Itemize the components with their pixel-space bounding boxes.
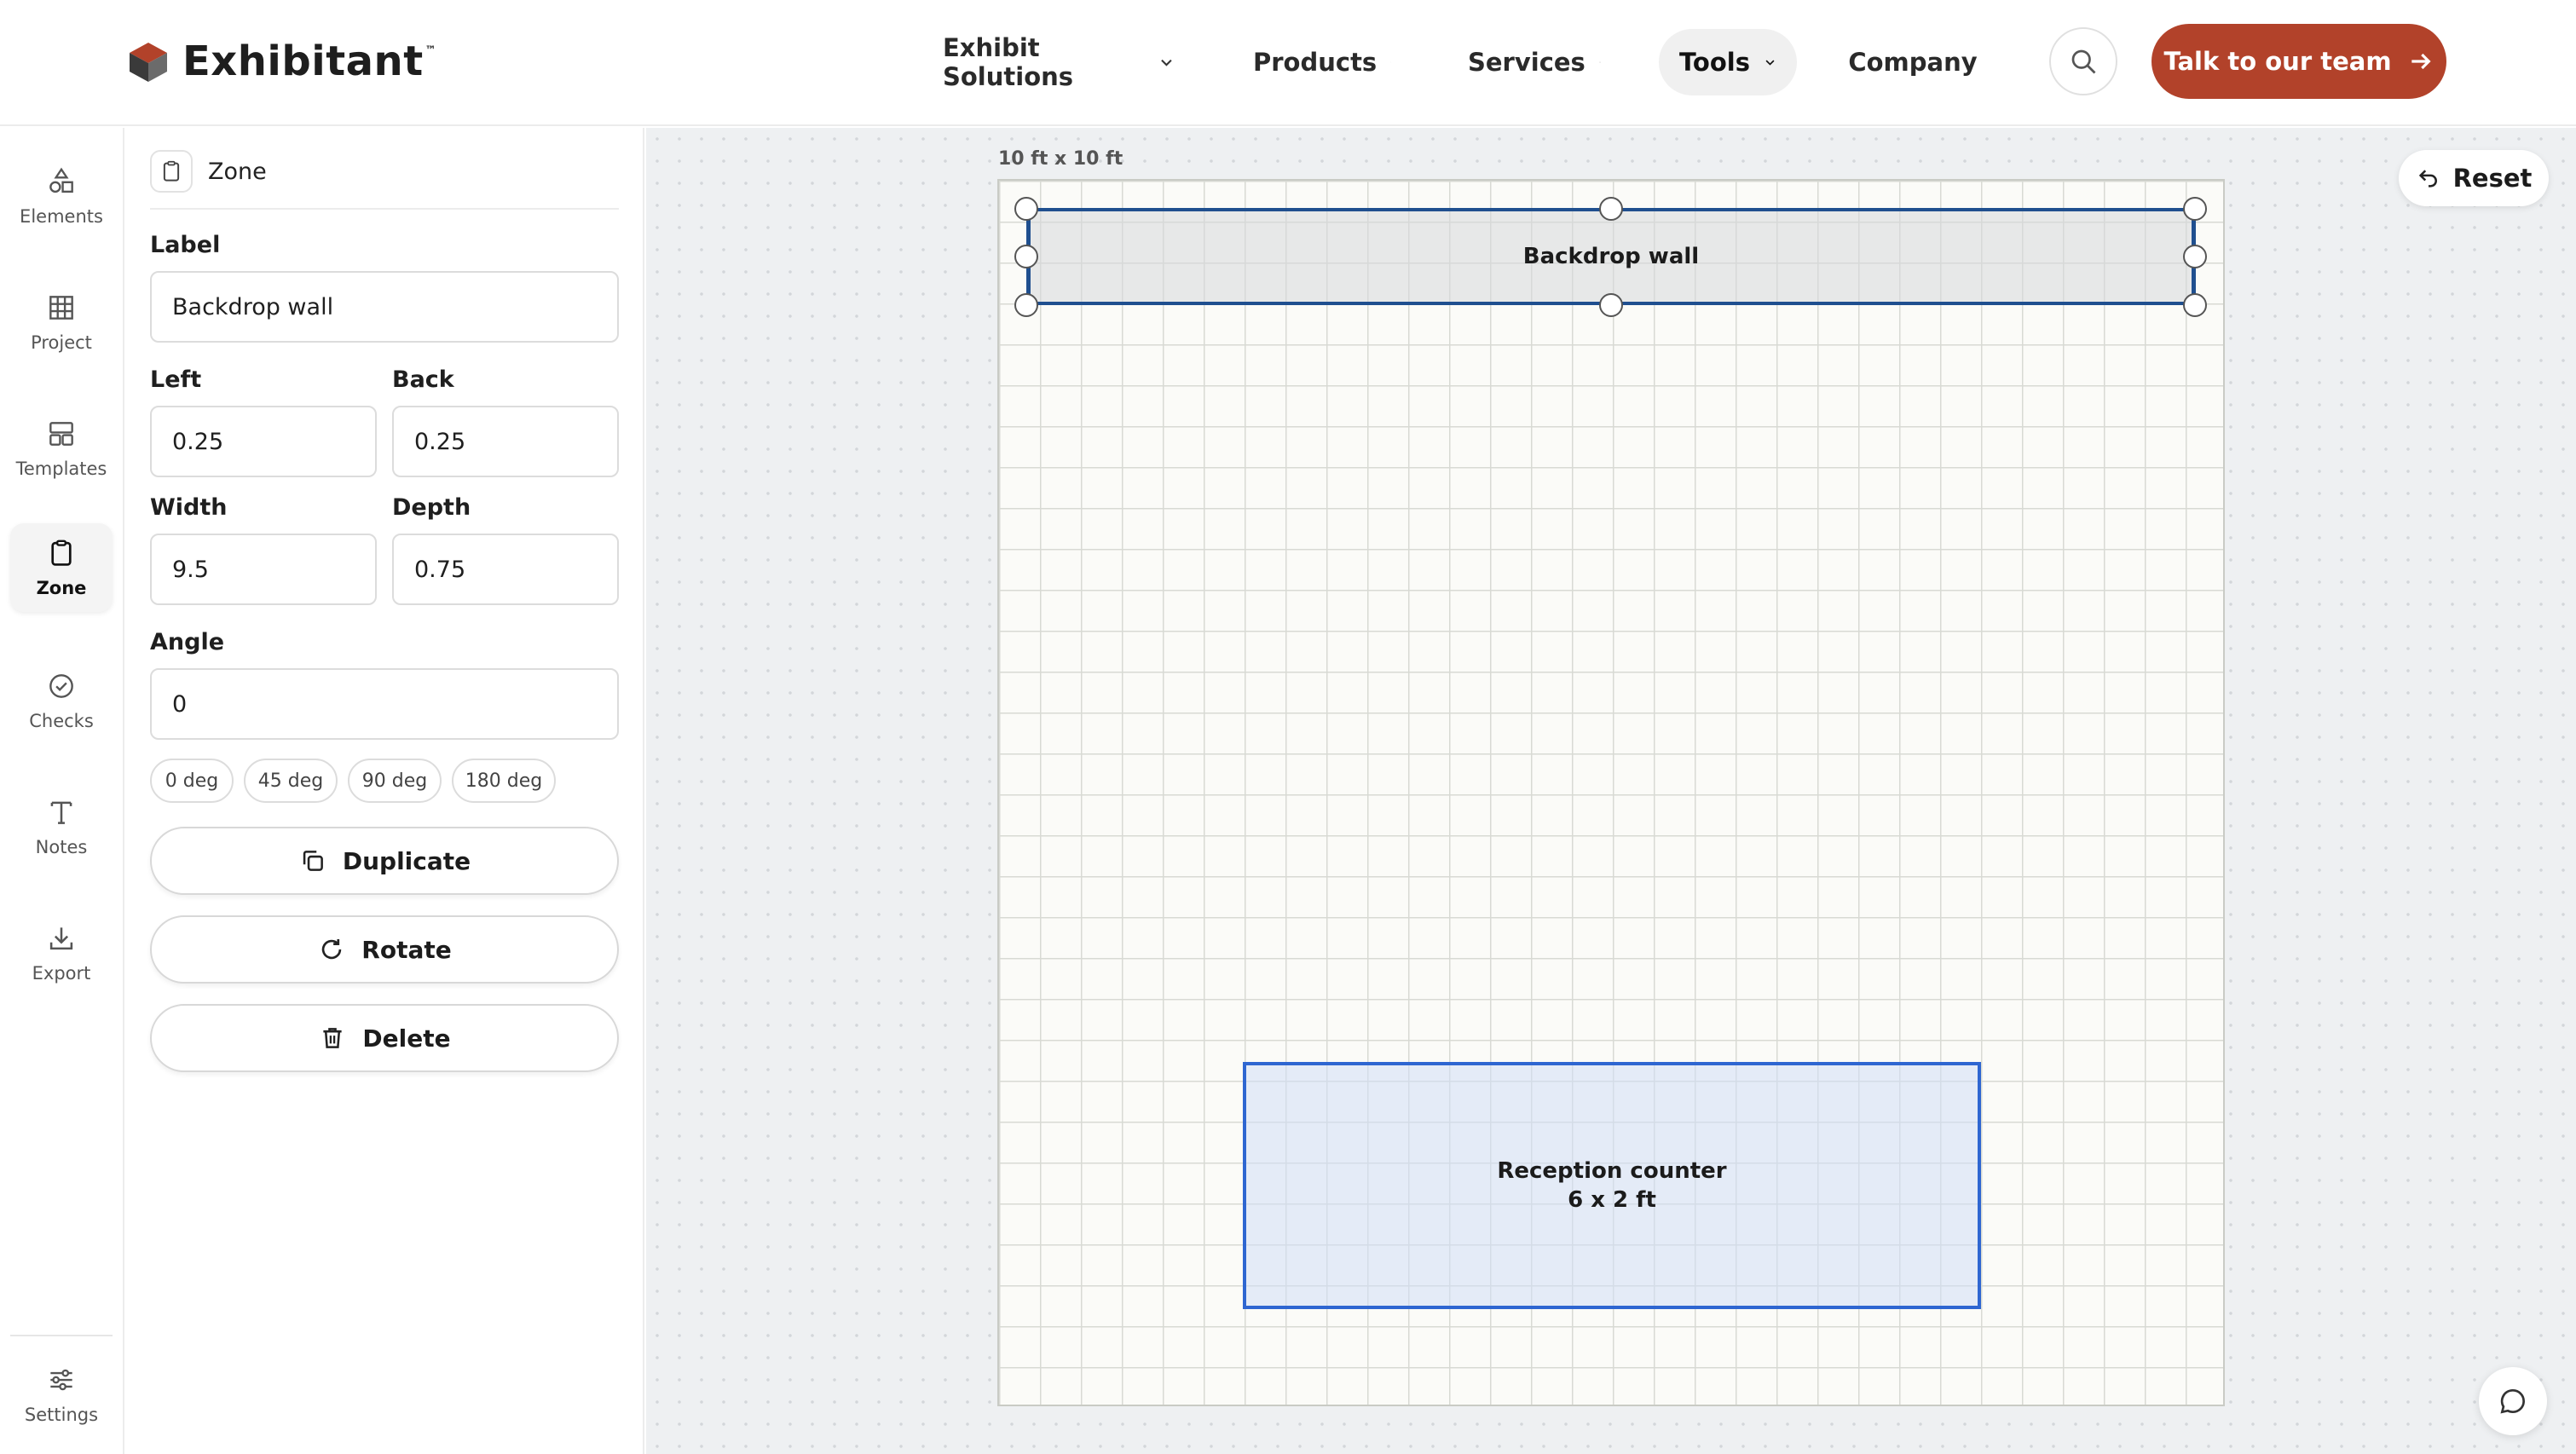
nav-label: Services	[1468, 48, 1585, 77]
angle-preset-90[interactable]: 90 deg	[348, 759, 442, 803]
rail-item-project[interactable]: Project	[10, 278, 113, 366]
chevron-down-icon	[1161, 59, 1172, 66]
clipboard-icon	[163, 160, 180, 182]
zone-header-icon-box	[150, 150, 193, 193]
back-input[interactable]	[392, 406, 619, 477]
panel-title: Zone	[208, 158, 267, 185]
chevron-down-icon	[1390, 61, 1391, 63]
resize-handle-top-left[interactable]	[1014, 197, 1038, 221]
rail-label: Elements	[20, 206, 103, 227]
rail-item-notes[interactable]: Notes	[10, 782, 113, 871]
angle-preset-0[interactable]: 0 deg	[150, 759, 234, 803]
top-navigation-bar: Exhibitant ™ Exhibit Solutions Products …	[0, 0, 2576, 126]
cube-logo-icon	[130, 43, 167, 82]
resize-handle-bottom-left[interactable]	[1014, 293, 1038, 317]
panel-divider	[150, 208, 619, 210]
rotate-button[interactable]: Rotate	[150, 915, 619, 984]
rail-label: Zone	[36, 578, 87, 598]
angle-preset-180[interactable]: 180 deg	[452, 759, 556, 803]
reset-label: Reset	[2452, 164, 2533, 193]
duplicate-button[interactable]: Duplicate	[150, 827, 619, 895]
zone-backdrop-label: Backdrop wall	[1522, 244, 1700, 269]
download-icon	[49, 927, 73, 950]
resize-handle-top-center[interactable]	[1599, 197, 1623, 221]
resize-handle-middle-left[interactable]	[1014, 245, 1038, 268]
nav-label: Products	[1253, 48, 1378, 77]
nav-label: Exhibit Solutions	[943, 33, 1074, 91]
clipboard-icon	[51, 539, 72, 566]
rail-item-checks[interactable]: Checks	[10, 656, 113, 745]
angle-input[interactable]	[150, 668, 619, 740]
rail-label: Settings	[24, 1405, 99, 1425]
rotate-label: Rotate	[361, 935, 452, 964]
rail-item-settings[interactable]: Settings	[10, 1350, 113, 1439]
zone-reception-counter[interactable]: Reception counter 6 x 2 ft	[1243, 1062, 1981, 1309]
depth-input[interactable]	[392, 534, 619, 605]
brand-logo[interactable]: Exhibitant ™	[126, 38, 436, 85]
zone-counter-label: Reception counter	[1497, 1158, 1727, 1184]
nav-tools[interactable]: Tools	[1659, 29, 1797, 95]
delete-label: Delete	[362, 1024, 451, 1053]
nav-products[interactable]: Products	[1233, 29, 1412, 95]
cta-label: Talk to our team	[2163, 47, 2392, 76]
undo-icon	[2418, 170, 2437, 188]
resize-handle-bottom-right[interactable]	[2183, 293, 2207, 317]
text-icon	[50, 801, 72, 824]
brand-name: Exhibitant	[182, 38, 424, 85]
chevron-down-icon	[1599, 61, 1601, 63]
talk-to-team-button[interactable]: Talk to our team	[2151, 24, 2446, 99]
nav-label: Company	[1848, 48, 1978, 77]
brand-trademark: ™	[425, 44, 436, 57]
rail-item-templates[interactable]: Templates	[10, 404, 113, 493]
resize-handle-top-right[interactable]	[2183, 197, 2207, 221]
rail-divider	[10, 1335, 113, 1336]
back-field-label: Back	[392, 366, 454, 393]
left-input[interactable]	[150, 406, 377, 477]
width-field-label: Width	[150, 494, 228, 521]
label-input[interactable]	[150, 271, 619, 343]
search-icon	[2071, 49, 2096, 74]
angle-field-label: Angle	[150, 629, 225, 655]
booth-size-caption: 10 ft x 10 ft	[998, 148, 1123, 170]
grid-icon	[49, 296, 73, 320]
tool-rail: Elements Project Templates Zone Checks N…	[0, 128, 124, 1454]
delete-button[interactable]: Delete	[150, 1004, 619, 1072]
label-field-label: Label	[150, 232, 221, 258]
rail-label: Checks	[29, 711, 94, 731]
depth-field-label: Depth	[392, 494, 471, 521]
resize-handle-middle-right[interactable]	[2183, 245, 2207, 268]
rail-item-elements[interactable]: Elements	[10, 152, 113, 240]
rail-item-zone[interactable]: Zone	[10, 523, 113, 612]
trash-icon	[323, 1028, 343, 1048]
zone-counter-size: 6 x 2 ft	[1568, 1187, 1656, 1213]
chat-button[interactable]	[2479, 1367, 2547, 1435]
rotate-icon	[322, 938, 342, 960]
reset-button[interactable]: Reset	[2399, 150, 2549, 206]
nav-exhibit-solutions[interactable]: Exhibit Solutions	[922, 29, 1195, 95]
check-circle-icon	[49, 674, 73, 698]
rail-label: Export	[32, 963, 91, 984]
left-field-label: Left	[150, 366, 202, 393]
rail-item-export[interactable]: Export	[10, 909, 113, 997]
search-button[interactable]	[2049, 27, 2117, 95]
chat-bubble-icon	[2500, 1388, 2526, 1414]
angle-preset-45[interactable]: 45 deg	[244, 759, 338, 803]
resize-handle-bottom-center[interactable]	[1599, 293, 1623, 317]
rail-label: Notes	[35, 837, 88, 857]
nav-services[interactable]: Services	[1447, 29, 1621, 95]
copy-icon	[303, 851, 323, 871]
shapes-icon	[49, 167, 73, 193]
nav-company[interactable]: Company	[1834, 29, 2005, 95]
width-input[interactable]	[150, 534, 377, 605]
duplicate-label: Duplicate	[342, 846, 471, 875]
nav-label: Tools	[1679, 48, 1750, 77]
rail-label: Project	[31, 332, 92, 353]
sliders-icon	[50, 1369, 72, 1391]
layout-icon	[49, 422, 73, 446]
chevron-down-icon	[1765, 60, 1775, 66]
zone-backdrop-wall[interactable]: Backdrop wall	[1026, 208, 2196, 305]
rail-label: Templates	[15, 459, 107, 479]
arrow-right-icon	[2411, 53, 2431, 70]
zone-properties-panel: Zone Label Left Back Width Depth Angle 0…	[126, 128, 644, 1454]
